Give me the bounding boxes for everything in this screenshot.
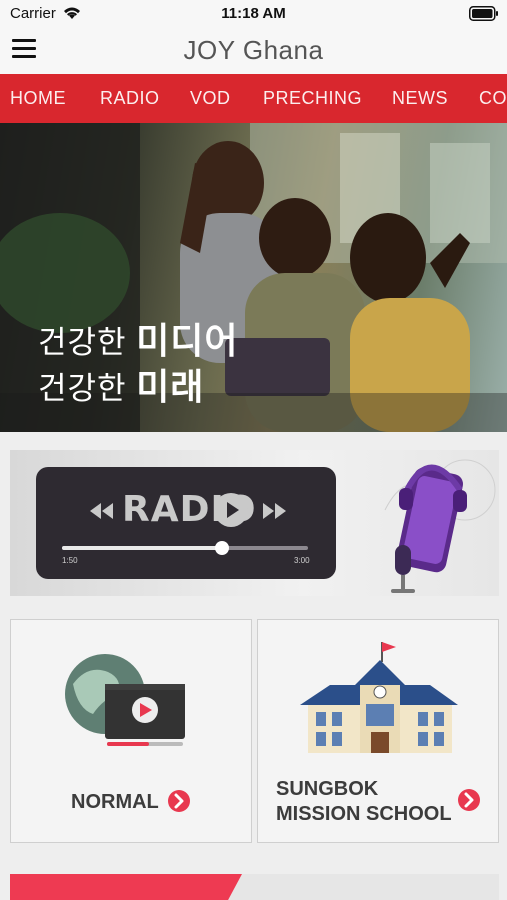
school-label-line1: SUNGBOK	[276, 778, 379, 800]
bottom-banner[interactable]	[10, 874, 499, 900]
time-end: 3:00	[294, 556, 310, 565]
hero-banner[interactable]: 건강한 미디어 건강한 미래	[0, 123, 507, 432]
fast-forward-icon	[263, 503, 286, 519]
school-card[interactable]: SUNGBOK MISSION SCHOOL	[257, 619, 499, 843]
tab-preching[interactable]: PRECHING	[263, 88, 362, 109]
app-title: JOY Ghana	[183, 35, 324, 65]
normal-card[interactable]: NORMAL	[10, 619, 252, 843]
progress-bar[interactable]	[62, 541, 308, 555]
hero-line2-prefix: 건강한	[38, 371, 127, 406]
nav-bar: JOY Ghana	[0, 28, 507, 74]
tab-news[interactable]: NEWS	[392, 88, 448, 109]
rewind-icon	[90, 503, 113, 519]
hero-line1-bold: 미디어	[136, 320, 239, 361]
tab-radio[interactable]: RADIO	[100, 88, 160, 109]
video-globe-illustration	[65, 654, 185, 746]
arrow-right-icon[interactable]	[168, 790, 190, 812]
play-icon[interactable]	[214, 493, 248, 527]
radio-player-graphic: RADIO 1:50 3:00	[36, 467, 336, 579]
tab-home[interactable]: HOME	[10, 88, 66, 109]
hero-slogan: 건강한 미디어 건강한 미래	[38, 319, 239, 411]
progress-knob[interactable]	[214, 541, 229, 555]
school-label-line2: MISSION SCHOOL	[276, 803, 452, 825]
battery-icon	[469, 6, 498, 21]
school-building-illustration	[300, 642, 458, 753]
time-start: 1:50	[62, 556, 78, 565]
radio-banner[interactable]: RADIO 1:50 3:00	[10, 450, 499, 596]
clock: 11:18 AM	[221, 5, 286, 22]
arrow-right-icon[interactable]	[458, 789, 480, 811]
bottom-banner-accent	[10, 874, 242, 900]
hero-line2-bold: 미래	[136, 366, 205, 407]
progress-fill	[62, 546, 222, 550]
hero-line1-prefix: 건강한	[38, 325, 127, 360]
tab-co[interactable]: CO	[479, 88, 507, 109]
category-tabs: HOME RADIO VOD PRECHING NEWS CO	[0, 74, 507, 123]
normal-label: NORMAL	[71, 791, 159, 813]
status-bar: Carrier 11:18 AM	[0, 0, 507, 28]
tab-vod[interactable]: VOD	[190, 88, 231, 109]
phone-headphones-illustration	[384, 459, 496, 593]
